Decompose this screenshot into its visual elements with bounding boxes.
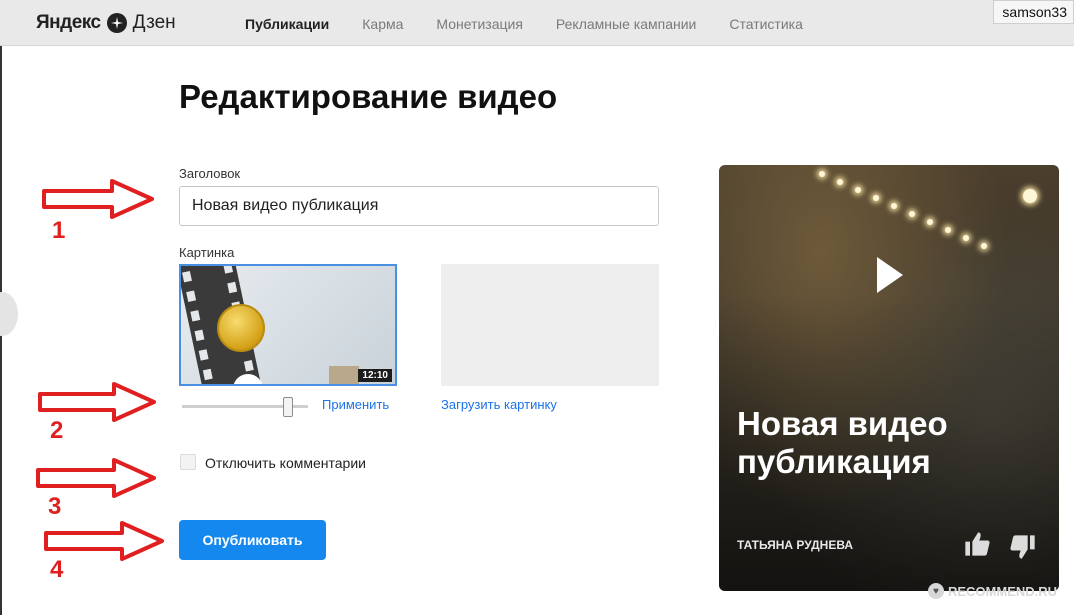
- nav-item-ad-campaigns[interactable]: Рекламные кампании: [556, 16, 696, 32]
- title-field-label: Заголовок: [179, 166, 241, 181]
- disable-comments-label: Отключить комментарии: [205, 455, 366, 471]
- step-number-4: 4: [50, 556, 64, 583]
- logo-product: Дзен: [132, 12, 176, 33]
- slider-handle[interactable]: [283, 397, 293, 417]
- preview-author: ТАТЬЯНА РУДНЕВА: [737, 538, 854, 552]
- arrow-icon: [36, 458, 156, 498]
- zen-star-icon: [106, 13, 127, 33]
- nav-item-publications[interactable]: Публикации: [245, 16, 329, 32]
- nav-item-statistics[interactable]: Статистика: [729, 16, 803, 32]
- video-thumbnail[interactable]: 12:10: [179, 264, 397, 386]
- frame-slider[interactable]: [182, 397, 308, 417]
- arrow-icon: [44, 521, 164, 561]
- logo[interactable]: Яндекс Дзен: [36, 12, 176, 34]
- coin-graphic: [217, 304, 265, 352]
- side-scroll-handle[interactable]: [0, 292, 18, 336]
- step-number-2: 2: [50, 417, 64, 444]
- arrow-icon: [42, 179, 154, 219]
- nav-item-karma[interactable]: Карма: [362, 16, 403, 32]
- thumbs-down-icon[interactable]: [1009, 533, 1037, 561]
- page-title: Редактирование видео: [179, 78, 558, 115]
- recommend-logo-icon: ♥: [928, 583, 944, 599]
- image-upload-placeholder[interactable]: [441, 264, 659, 386]
- disable-comments-checkbox[interactable]: [180, 454, 196, 470]
- card-overlay: [719, 165, 1059, 591]
- top-bar: Яндекс Дзен Публикации Карма Монетизация…: [0, 0, 1074, 46]
- title-input[interactable]: [179, 186, 659, 226]
- logo-brand: Яндекс: [36, 12, 101, 33]
- step-number-3: 3: [48, 493, 62, 520]
- video-duration: 12:10: [358, 369, 392, 382]
- nav-item-monetization[interactable]: Монетизация: [436, 16, 523, 32]
- watermark: ♥ RECOMMEND.RU: [928, 583, 1057, 599]
- play-icon[interactable]: [877, 257, 903, 293]
- preview-card[interactable]: Новая видео публикация ТАТЬЯНА РУДНЕВА: [719, 165, 1059, 591]
- apply-link[interactable]: Применить: [322, 397, 389, 412]
- main-nav: Публикации Карма Монетизация Рекламные к…: [245, 16, 803, 32]
- watermark-text: RECOMMEND.RU: [948, 583, 1058, 599]
- preview-title: Новая видео публикация: [737, 405, 948, 480]
- upload-image-link[interactable]: Загрузить картинку: [441, 397, 557, 412]
- thumbnail-building: [329, 366, 359, 384]
- image-field-label: Картинка: [179, 245, 235, 260]
- arrow-icon: [38, 382, 156, 422]
- publish-button[interactable]: Опубликовать: [179, 520, 326, 560]
- thumbs-up-icon[interactable]: [963, 530, 991, 558]
- step-number-1: 1: [52, 217, 66, 244]
- user-badge: samson33: [993, 0, 1074, 24]
